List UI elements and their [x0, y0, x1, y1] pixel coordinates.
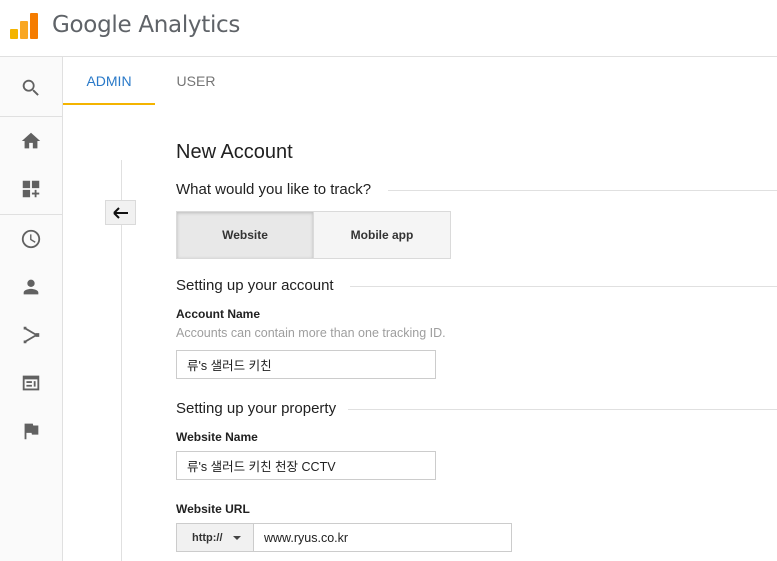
nav-acquisition[interactable]: [0, 311, 62, 359]
nav-behavior[interactable]: [0, 359, 62, 407]
audience-person-icon: [23, 279, 39, 295]
track-question: What would you like to track?: [176, 181, 372, 198]
track-website-button[interactable]: Website: [176, 211, 314, 259]
admin-user-tabs: ADMIN USER: [63, 57, 777, 105]
nav-conversions[interactable]: [0, 407, 62, 455]
behavior-icon: [22, 375, 40, 391]
website-name-label: Website Name: [176, 430, 258, 444]
protocol-value: http://: [192, 531, 223, 544]
account-name-input[interactable]: [176, 350, 436, 379]
back-button[interactable]: [105, 200, 136, 225]
arrow-left-icon: [112, 206, 128, 219]
website-url-input[interactable]: [253, 523, 512, 552]
conversions-flag-icon: [24, 423, 39, 440]
acquisition-icon: [23, 326, 40, 344]
nav-search[interactable]: [0, 64, 62, 112]
top-header: Google Analytics: [0, 0, 777, 57]
divider: [348, 409, 777, 410]
tab-admin[interactable]: ADMIN: [63, 57, 155, 105]
divider: [388, 190, 777, 191]
protocol-dropdown[interactable]: http://: [176, 523, 254, 552]
tab-user[interactable]: USER: [163, 57, 229, 105]
divider: [350, 286, 777, 287]
realtime-clock-icon: [21, 229, 41, 249]
nav-home[interactable]: [0, 117, 62, 165]
account-name-hint: Accounts can contain more than one track…: [176, 326, 446, 340]
chevron-down-icon: [232, 535, 241, 540]
track-mobile-app-button[interactable]: Mobile app: [313, 211, 451, 259]
nav-customization[interactable]: [0, 165, 62, 213]
website-name-input[interactable]: [176, 451, 436, 480]
left-navigation: [0, 57, 63, 561]
app-title[interactable]: Google Analytics: [52, 12, 240, 38]
website-url-label: Website URL: [176, 502, 250, 516]
customization-icon: [22, 180, 40, 198]
search-icon: [22, 79, 39, 96]
account-name-label: Account Name: [176, 307, 261, 321]
nav-realtime[interactable]: [0, 215, 62, 263]
nav-audience[interactable]: [0, 263, 62, 311]
property-section-heading: Setting up your property: [176, 400, 337, 417]
home-icon: [21, 132, 41, 149]
account-section-heading: Setting up your account: [176, 277, 334, 294]
google-analytics-logo-icon: [10, 13, 38, 39]
page-title: New Account: [176, 141, 293, 163]
